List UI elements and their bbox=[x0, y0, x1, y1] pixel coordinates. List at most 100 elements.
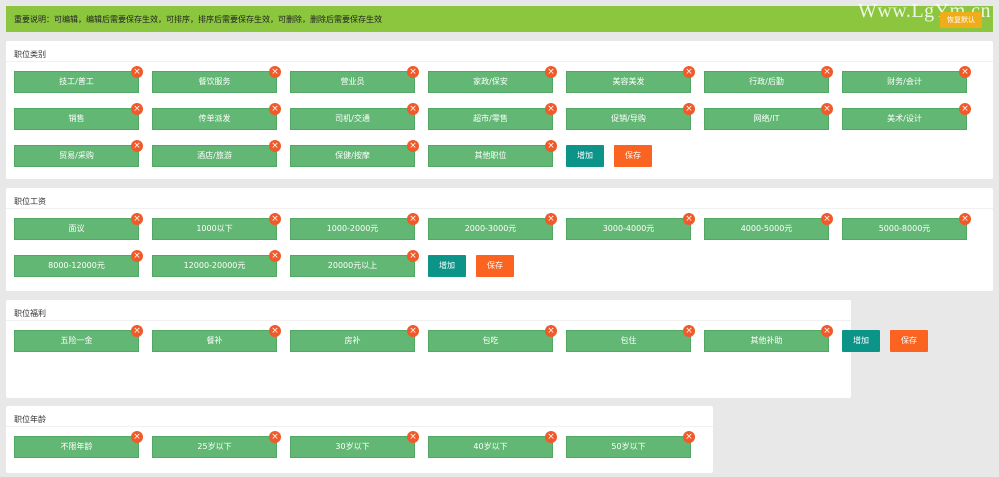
close-icon[interactable]: × bbox=[269, 431, 281, 443]
close-icon[interactable]: × bbox=[683, 325, 695, 337]
close-icon[interactable]: × bbox=[131, 325, 143, 337]
close-icon[interactable]: × bbox=[269, 66, 281, 78]
tag-label: 包住 bbox=[620, 336, 637, 345]
tag-item[interactable]: 五险一金 × bbox=[14, 325, 143, 352]
tag-label: 家政/保安 bbox=[473, 77, 508, 86]
tag-item[interactable]: 传单派发 × bbox=[152, 103, 281, 130]
close-icon[interactable]: × bbox=[821, 213, 833, 225]
tag-item[interactable]: 销售 × bbox=[14, 103, 143, 130]
close-icon[interactable]: × bbox=[407, 250, 419, 262]
tag-item[interactable]: 1000-2000元 × bbox=[290, 213, 419, 240]
tag-item[interactable]: 技工/普工 × bbox=[14, 66, 143, 93]
restore-default-button[interactable]: 恢复默认 bbox=[940, 12, 982, 28]
divider bbox=[6, 426, 713, 427]
tag-item[interactable]: 30岁以下 × bbox=[290, 431, 419, 458]
tag-item[interactable]: 餐补 × bbox=[152, 325, 281, 352]
close-icon[interactable]: × bbox=[407, 431, 419, 443]
tag-label: 五险一金 bbox=[60, 336, 93, 345]
tag-label: 餐补 bbox=[206, 336, 223, 345]
close-icon[interactable]: × bbox=[545, 66, 557, 78]
tag-item[interactable]: 房补 × bbox=[290, 325, 419, 352]
tag-item[interactable]: 5000-8000元 × bbox=[842, 213, 971, 240]
tag-item[interactable]: 40岁以下 × bbox=[428, 431, 557, 458]
tag-label: 销售 bbox=[68, 114, 85, 123]
tag-label: 3000-4000元 bbox=[602, 224, 655, 233]
tag-label: 美术/设计 bbox=[887, 114, 922, 123]
tag-label: 促销/导购 bbox=[611, 114, 646, 123]
tag-item[interactable]: 营业员 × bbox=[290, 66, 419, 93]
close-icon[interactable]: × bbox=[269, 213, 281, 225]
tag-item[interactable]: 财务/会计 × bbox=[842, 66, 971, 93]
tag-label: 其他补助 bbox=[750, 336, 783, 345]
tag-label: 财务/会计 bbox=[887, 77, 922, 86]
save-button[interactable]: 保存 bbox=[476, 255, 514, 277]
tag-label: 传单派发 bbox=[198, 114, 231, 123]
tag-item[interactable]: 超市/零售 × bbox=[428, 103, 557, 130]
tag-item[interactable]: 25岁以下 × bbox=[152, 431, 281, 458]
tag-item[interactable]: 餐饮服务 × bbox=[152, 66, 281, 93]
tag-item[interactable]: 其他职位 × bbox=[428, 140, 557, 167]
close-icon[interactable]: × bbox=[407, 325, 419, 337]
close-icon[interactable]: × bbox=[269, 325, 281, 337]
close-icon[interactable]: × bbox=[269, 103, 281, 115]
close-icon[interactable]: × bbox=[821, 66, 833, 78]
close-icon[interactable]: × bbox=[407, 103, 419, 115]
tag-item[interactable]: 12000-20000元 × bbox=[152, 250, 281, 277]
tag-item[interactable]: 促销/导购 × bbox=[566, 103, 695, 130]
tag-item[interactable]: 不限年龄 × bbox=[14, 431, 143, 458]
tag-item[interactable]: 3000-4000元 × bbox=[566, 213, 695, 240]
tag-item[interactable]: 保健/按摩 × bbox=[290, 140, 419, 167]
tag-item[interactable]: 网络/IT × bbox=[704, 103, 833, 130]
close-icon[interactable]: × bbox=[131, 213, 143, 225]
tag-item[interactable]: 司机/交通 × bbox=[290, 103, 419, 130]
close-icon[interactable]: × bbox=[545, 140, 557, 152]
close-icon[interactable]: × bbox=[131, 431, 143, 443]
save-button[interactable]: 保存 bbox=[890, 330, 928, 352]
add-button[interactable]: 增加 bbox=[566, 145, 604, 167]
tag-item[interactable]: 1000以下 × bbox=[152, 213, 281, 240]
close-icon[interactable]: × bbox=[683, 431, 695, 443]
tag-item[interactable]: 美术/设计 × bbox=[842, 103, 971, 130]
tag-item[interactable]: 其他补助 × bbox=[704, 325, 833, 352]
close-icon[interactable]: × bbox=[131, 250, 143, 262]
notice-text: 重要说明：可编辑，编辑后需要保存生效，可排序，排序后需要保存生效，可删除，删除后… bbox=[14, 15, 382, 24]
close-icon[interactable]: × bbox=[407, 66, 419, 78]
save-button[interactable]: 保存 bbox=[614, 145, 652, 167]
close-icon[interactable]: × bbox=[959, 213, 971, 225]
tag-item[interactable]: 行政/后勤 × bbox=[704, 66, 833, 93]
close-icon[interactable]: × bbox=[821, 103, 833, 115]
tag-item[interactable]: 20000元以上 × bbox=[290, 250, 419, 277]
close-icon[interactable]: × bbox=[545, 213, 557, 225]
tag-item[interactable]: 包住 × bbox=[566, 325, 695, 352]
close-icon[interactable]: × bbox=[131, 103, 143, 115]
tag-item[interactable]: 家政/保安 × bbox=[428, 66, 557, 93]
close-icon[interactable]: × bbox=[821, 325, 833, 337]
tag-item[interactable]: 包吃 × bbox=[428, 325, 557, 352]
close-icon[interactable]: × bbox=[683, 213, 695, 225]
close-icon[interactable]: × bbox=[407, 140, 419, 152]
close-icon[interactable]: × bbox=[545, 103, 557, 115]
tag-item[interactable]: 50岁以下 × bbox=[566, 431, 695, 458]
close-icon[interactable]: × bbox=[269, 140, 281, 152]
close-icon[interactable]: × bbox=[131, 66, 143, 78]
close-icon[interactable]: × bbox=[545, 431, 557, 443]
close-icon[interactable]: × bbox=[407, 213, 419, 225]
tag-item[interactable]: 贸易/采购 × bbox=[14, 140, 143, 167]
tag-item[interactable]: 面议 × bbox=[14, 213, 143, 240]
tag-item[interactable]: 4000-5000元 × bbox=[704, 213, 833, 240]
close-icon[interactable]: × bbox=[959, 66, 971, 78]
add-button[interactable]: 增加 bbox=[428, 255, 466, 277]
tag-item[interactable]: 美容美发 × bbox=[566, 66, 695, 93]
tag-item[interactable]: 2000-3000元 × bbox=[428, 213, 557, 240]
close-icon[interactable]: × bbox=[269, 250, 281, 262]
close-icon[interactable]: × bbox=[683, 66, 695, 78]
add-button[interactable]: 增加 bbox=[842, 330, 880, 352]
close-icon[interactable]: × bbox=[683, 103, 695, 115]
close-icon[interactable]: × bbox=[959, 103, 971, 115]
tag-item[interactable]: 酒店/旅游 × bbox=[152, 140, 281, 167]
close-icon[interactable]: × bbox=[545, 325, 557, 337]
close-icon[interactable]: × bbox=[131, 140, 143, 152]
divider bbox=[6, 320, 851, 321]
tag-label: 20000元以上 bbox=[327, 261, 378, 270]
tag-item[interactable]: 8000-12000元 × bbox=[14, 250, 143, 277]
